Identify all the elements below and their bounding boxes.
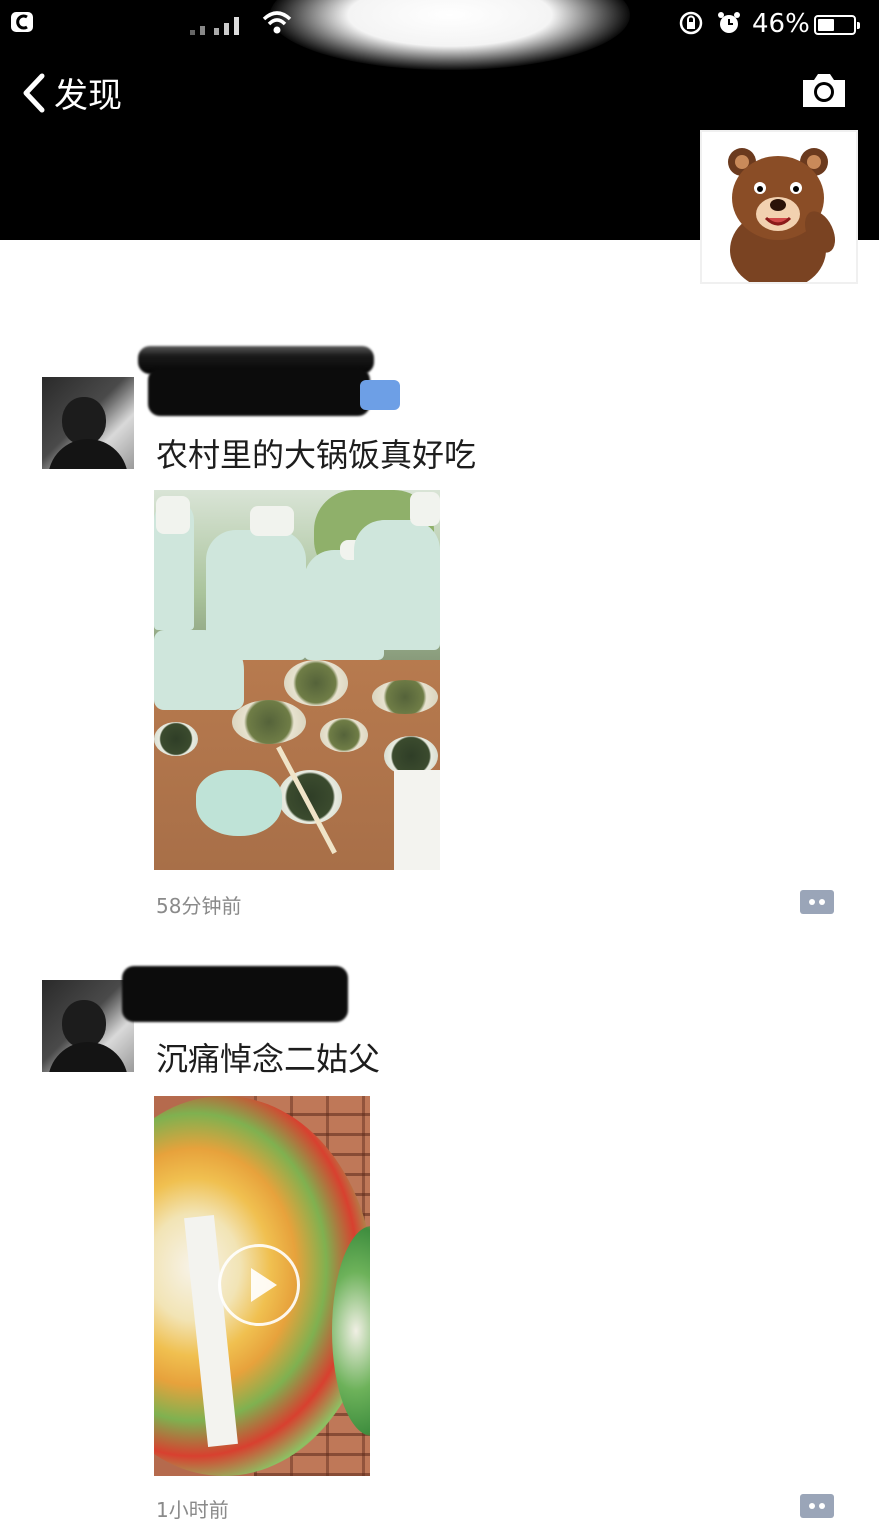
redacted-username xyxy=(122,966,348,1022)
signal-icon xyxy=(190,17,239,35)
back-button[interactable]: 发现 xyxy=(20,68,122,117)
comment-icon[interactable] xyxy=(798,888,836,916)
bear-avatar-image xyxy=(728,148,836,290)
wifi-icon xyxy=(262,11,292,34)
avatar[interactable] xyxy=(42,980,134,1072)
post-video-thumbnail[interactable] xyxy=(154,1096,370,1476)
battery-fill xyxy=(818,19,834,31)
nav-bar: 发现 xyxy=(0,62,879,122)
profile-avatar[interactable] xyxy=(700,130,858,290)
alarm-icon xyxy=(718,12,740,33)
carrier-icon xyxy=(11,12,33,32)
post-time: 58分钟前 xyxy=(156,894,242,918)
avatar[interactable] xyxy=(42,377,134,469)
post-text: 农村里的大锅饭真好吃 xyxy=(156,436,477,474)
camera-icon[interactable] xyxy=(800,70,848,110)
post-photo[interactable] xyxy=(154,490,440,870)
battery-percent: 46% xyxy=(752,9,810,39)
redaction-smear xyxy=(360,380,400,410)
play-icon[interactable] xyxy=(218,1244,300,1326)
post-time: 1小时前 xyxy=(156,1498,229,1522)
back-label: 发现 xyxy=(54,76,122,116)
post-text: 沉痛悼念二姑父 xyxy=(156,1040,381,1078)
chevron-left-icon xyxy=(23,73,45,112)
comment-icon[interactable] xyxy=(798,1492,836,1520)
battery-icon xyxy=(814,15,860,35)
redacted-username xyxy=(148,368,370,416)
status-bar: 46% xyxy=(0,6,879,40)
orientation-lock-icon xyxy=(679,11,703,35)
